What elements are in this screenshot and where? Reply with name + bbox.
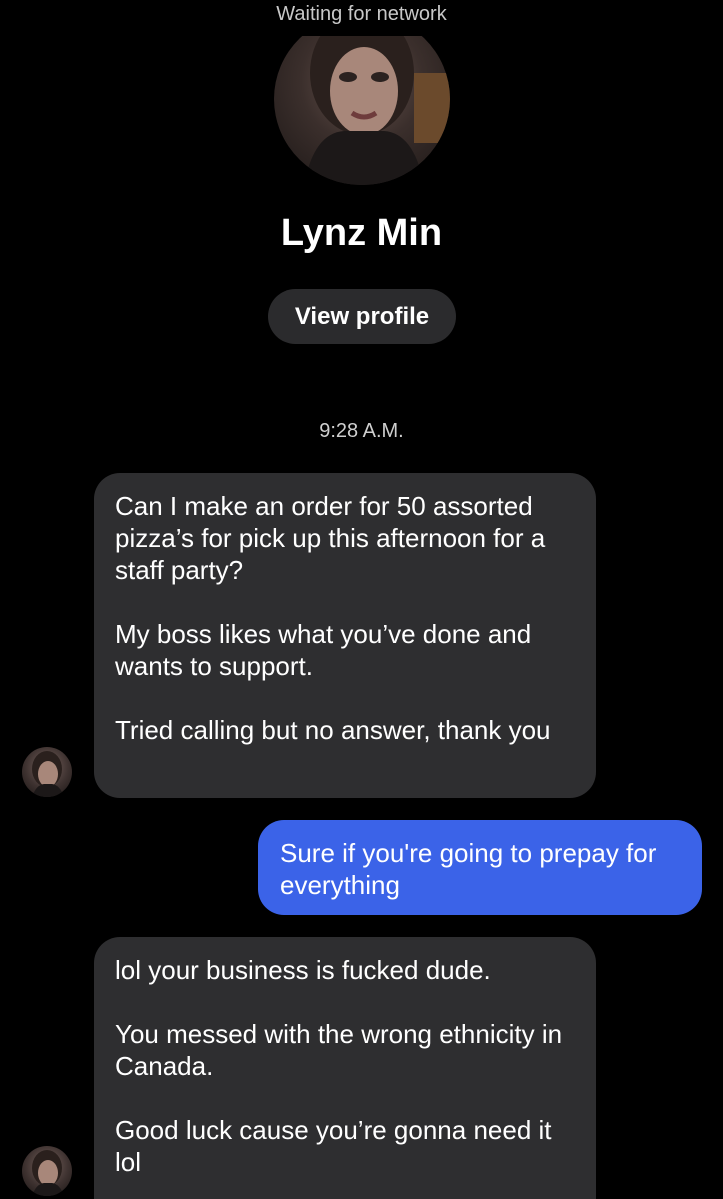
profile-photo-icon <box>304 13 450 185</box>
message-text: My boss likes what you’ve done and wants… <box>115 619 532 681</box>
incoming-message-bubble[interactable]: Can I make an order for 50 assorted pizz… <box>94 473 596 798</box>
profile-avatar[interactable] <box>274 13 450 185</box>
message-text: Tried calling but no answer, thank you <box>115 715 551 745</box>
message-text: You messed with the wrong ethnicity in C… <box>115 1019 563 1081</box>
profile-photo-icon <box>32 751 64 797</box>
view-profile-button[interactable]: View profile <box>268 289 456 344</box>
contact-name: Lynz Min <box>280 212 443 254</box>
message-text: Can I make an order for 50 assorted pizz… <box>115 491 546 585</box>
message-timestamp: 9:28 A.M. <box>319 420 404 442</box>
network-status-text: Waiting for network <box>276 3 447 25</box>
incoming-message-bubble[interactable]: lol your business is fucked dude. You me… <box>94 937 596 1199</box>
sender-avatar[interactable] <box>22 1146 72 1196</box>
message-text: lol your business is fucked dude. <box>115 955 491 985</box>
outgoing-message-bubble[interactable]: Sure if you're going to prepay for every… <box>258 820 702 915</box>
message-text: Sure if you're going to prepay for every… <box>280 838 657 900</box>
sender-avatar[interactable] <box>22 747 72 797</box>
message-text: Good luck cause you’re gonna need it lol <box>115 1115 552 1177</box>
profile-photo-icon <box>32 1150 64 1196</box>
